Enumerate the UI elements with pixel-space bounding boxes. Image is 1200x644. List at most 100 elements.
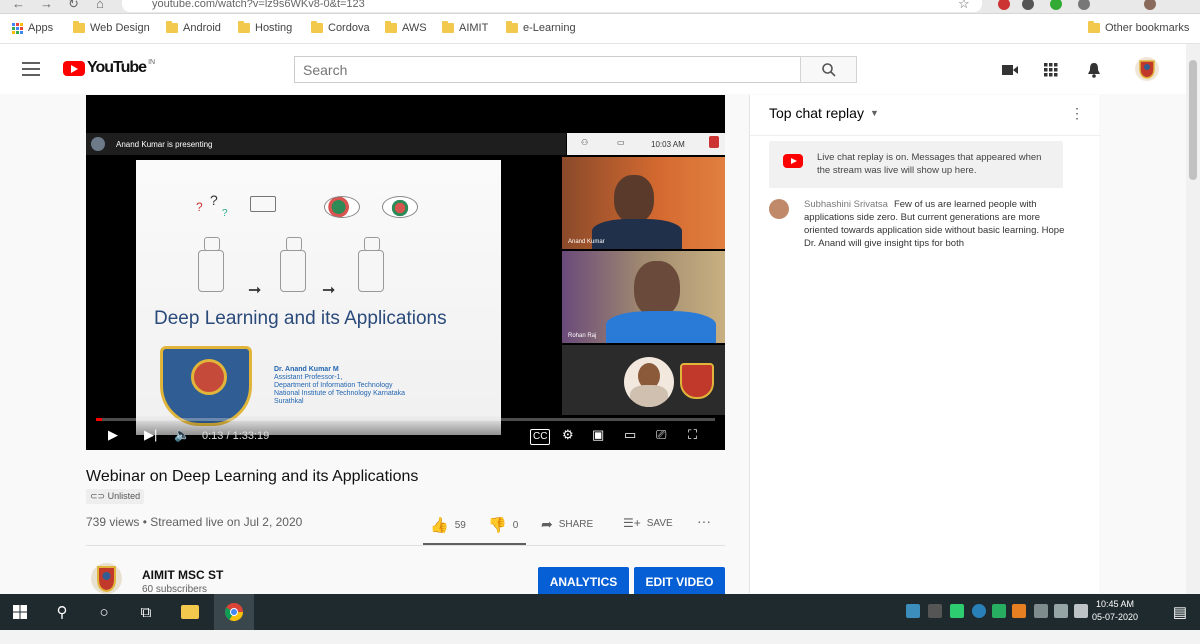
cortana-icon[interactable]: ○ <box>84 594 124 630</box>
battery-icon[interactable] <box>1034 604 1048 618</box>
fullscreen-icon[interactable]: ⛶ <box>688 428 697 442</box>
play-icon[interactable]: ▶ <box>108 428 118 442</box>
unlisted-badge: ⊂⊃ Unlisted <box>86 489 145 504</box>
search-input[interactable] <box>294 56 801 83</box>
task-view-icon[interactable]: ⧉ <box>126 594 166 630</box>
forward-icon[interactable]: → <box>40 0 53 11</box>
system-clock[interactable]: 10:45 AM 05-07-2020 <box>1092 598 1138 624</box>
wifi-icon[interactable] <box>1054 604 1068 618</box>
apps-grid-icon[interactable] <box>1041 60 1061 80</box>
bookmark-label: Android <box>183 22 221 34</box>
participant-shirt <box>592 219 682 249</box>
search-button[interactable] <box>800 56 857 83</box>
tray-icon[interactable] <box>1012 604 1026 618</box>
windows-start-icon[interactable] <box>0 594 40 630</box>
theater-icon[interactable]: ▭ <box>624 428 636 442</box>
profile-icon[interactable] <box>1144 0 1156 10</box>
bookmark-apps[interactable]: Apps <box>12 22 53 34</box>
author-line: Department of Information Technology <box>274 382 393 389</box>
notifications-icon[interactable] <box>1084 60 1104 80</box>
bookmark-label: Web Design <box>90 22 150 34</box>
miniplayer-icon[interactable]: ▣ <box>592 428 604 442</box>
volume-tray-icon[interactable] <box>1074 604 1088 618</box>
bookmark-web-design[interactable]: Web Design <box>73 21 150 34</box>
brain-cloud-illustration <box>324 196 360 218</box>
back-icon[interactable]: ← <box>12 0 25 11</box>
notice-text: Live chat replay is on. Messages that ap… <box>817 152 1042 176</box>
video-player[interactable]: Anand Kumar is presenting ⚇ ▭ 10:03 AM ?… <box>86 95 725 450</box>
divider <box>86 545 725 546</box>
channel-name[interactable]: AIMIT MSC ST <box>142 568 223 582</box>
channel-avatar[interactable] <box>91 563 122 594</box>
chrome-taskbar-icon[interactable] <box>214 594 254 630</box>
chat-mode-dropdown[interactable]: Top chat replay ▼ <box>769 105 879 121</box>
menu-icon[interactable] <box>22 62 40 80</box>
player-controls: ▶ ▶| 🔈 0:13 / 1:33:19 CC ⚙ ▣ ▭ ⎚ ⛶ <box>86 416 725 450</box>
browser-address-bar: ← → ↻ ⌂ youtube.com/watch?v=lz9s6WKv8-0&… <box>0 0 1200 14</box>
tray-icon[interactable] <box>950 604 964 618</box>
folder-icon <box>1088 21 1100 33</box>
visibility-label: Unlisted <box>107 491 141 501</box>
analytics-button[interactable]: ANALYTICS <box>538 567 629 596</box>
tray-icon[interactable] <box>992 604 1006 618</box>
share-button[interactable]: ➦ SHARE <box>541 516 593 533</box>
extension-icon[interactable] <box>1022 0 1034 10</box>
bookmark-other[interactable]: Other bookmarks <box>1088 21 1189 34</box>
bookmark-hosting[interactable]: Hosting <box>238 21 292 34</box>
save-button[interactable]: ☰+ SAVE <box>623 516 673 530</box>
more-vert-icon[interactable]: ⋮ <box>1070 105 1084 122</box>
chat-author-avatar[interactable] <box>769 199 789 219</box>
file-explorer-icon[interactable] <box>170 594 210 630</box>
bluetooth-icon[interactable] <box>972 604 986 618</box>
home-icon[interactable]: ⌂ <box>96 0 104 11</box>
search-icon[interactable]: ⚲ <box>42 594 82 630</box>
bookmark-aimit[interactable]: AIMIT <box>442 21 488 34</box>
next-icon[interactable]: ▶| <box>144 428 157 442</box>
folder-icon <box>73 21 85 33</box>
folder-icon <box>506 21 518 33</box>
star-icon[interactable]: ☆ <box>958 0 970 12</box>
like-button[interactable]: 👍 59 <box>430 516 466 534</box>
playlist-add-icon: ☰+ <box>623 516 641 530</box>
institute-logo <box>160 346 252 426</box>
more-icon: ··· <box>697 513 711 529</box>
dislike-button[interactable]: 👎 0 <box>488 516 518 534</box>
url-field[interactable]: youtube.com/watch?v=lz9s6WKv8-0&t=123 <box>122 0 982 12</box>
bookmark-aws[interactable]: AWS <box>385 21 427 34</box>
edit-video-button[interactable]: EDIT VIDEO <box>634 567 725 596</box>
reload-icon[interactable]: ↻ <box>68 0 79 12</box>
meet-avatar-icon <box>709 136 719 148</box>
tray-icon[interactable] <box>906 604 920 618</box>
extension-icon[interactable] <box>998 0 1010 10</box>
share-icon: ➦ <box>541 516 553 532</box>
chat-replay-notice: Live chat replay is on. Messages that ap… <box>769 141 1063 188</box>
people-icon: ⚇ <box>581 138 589 147</box>
create-video-icon[interactable] <box>1000 60 1020 80</box>
account-avatar[interactable] <box>1135 57 1159 81</box>
arrow-icon: ➞ <box>322 282 336 299</box>
time-display: 0:13 / 1:33:19 <box>202 430 270 442</box>
chat-author[interactable]: Subhashini Srivatsa <box>804 199 888 210</box>
bookmark-android[interactable]: Android <box>166 21 221 34</box>
scrollbar-thumb[interactable] <box>1189 60 1197 180</box>
presenting-label: Anand Kumar is presenting <box>116 139 213 149</box>
bookmark-cordova[interactable]: Cordova <box>311 21 370 34</box>
volume-icon[interactable]: 🔈 <box>174 428 190 442</box>
more-actions-button[interactable]: ··· <box>697 513 711 529</box>
bookmark-label: e-Learning <box>523 22 576 34</box>
cast-icon[interactable]: ⎚ <box>656 428 666 442</box>
participant-logo <box>680 363 714 399</box>
youtube-logo[interactable]: YouTube IN <box>63 59 155 77</box>
extension-icon[interactable] <box>1050 0 1062 10</box>
windows-taskbar: ⚲ ○ ⧉ 10:45 AM 05-07-2020 ▤ <box>0 594 1200 630</box>
presentation-slide: ? ? ? ➞ ➞ Deep Learning and its Applicat… <box>136 160 501 435</box>
action-center-icon[interactable]: ▤ <box>1160 594 1200 630</box>
subtitles-icon[interactable]: CC <box>530 429 551 445</box>
question-mark-icon: ? <box>210 192 218 208</box>
settings-icon[interactable]: ⚙ <box>562 428 574 442</box>
page-scrollbar[interactable] <box>1186 44 1200 594</box>
progress-bar[interactable] <box>96 418 715 421</box>
tray-icon[interactable] <box>928 604 942 618</box>
bookmark-e-learning[interactable]: e-Learning <box>506 21 576 34</box>
extension-icon[interactable] <box>1078 0 1090 10</box>
